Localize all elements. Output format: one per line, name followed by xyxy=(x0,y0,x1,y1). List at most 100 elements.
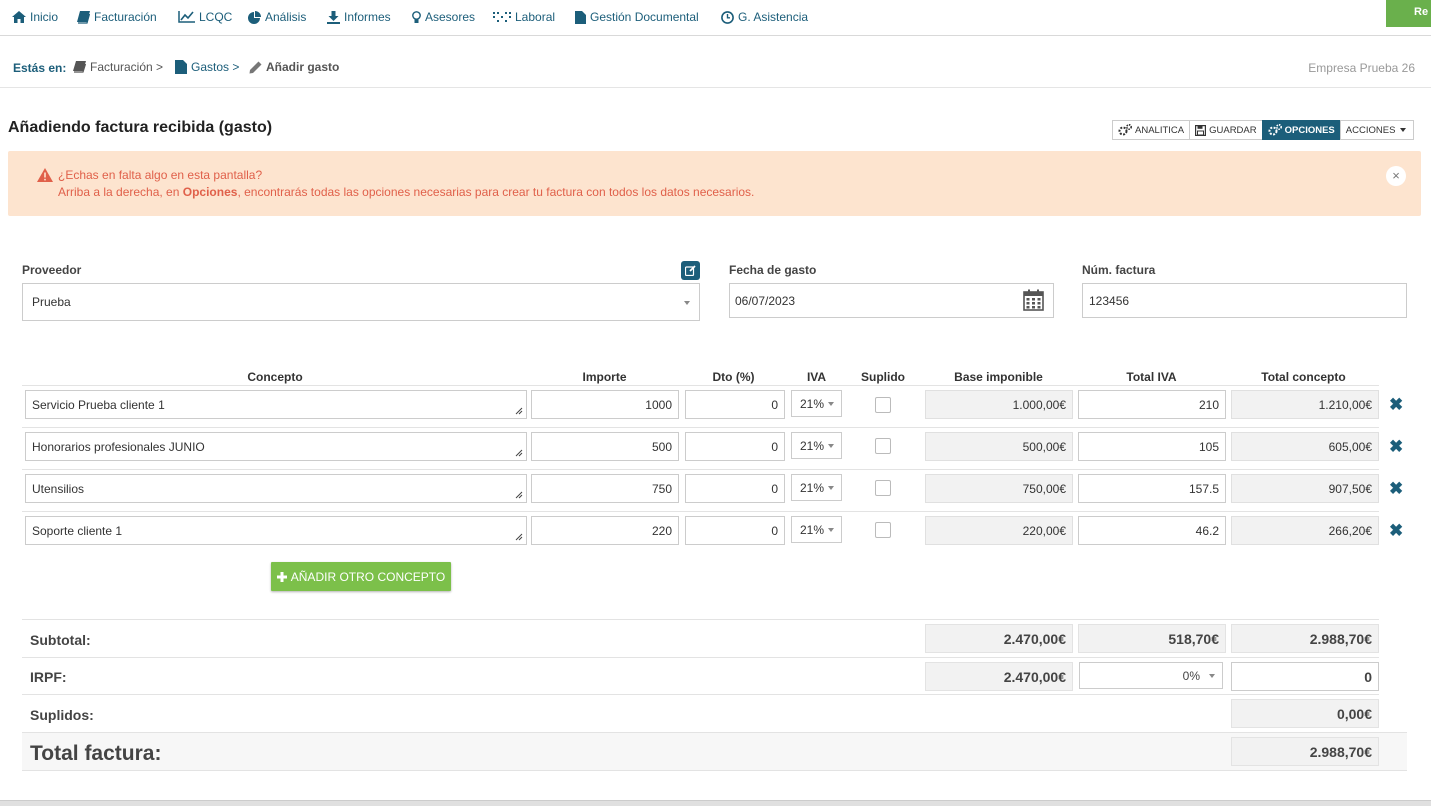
add-concept-button[interactable]: AÑADIR OTRO CONCEPTO xyxy=(271,562,451,591)
page-title: Añadiendo factura recibida (gasto) xyxy=(8,119,273,136)
analitica-button[interactable]: ANALITICA xyxy=(1112,120,1191,140)
col-header-total-concepto: Total concepto xyxy=(1261,370,1346,384)
breadcrumb-item-anadir-gasto: Añadir gasto xyxy=(249,60,339,74)
col-header-concepto: Concepto xyxy=(247,370,303,384)
importe-input[interactable]: 500 xyxy=(531,432,679,461)
bottom-scrollbar[interactable] xyxy=(0,800,1431,806)
edit-proveedor-button[interactable] xyxy=(681,261,700,280)
row-divider xyxy=(22,385,1379,386)
base-value: 1.000,00€ xyxy=(925,390,1073,419)
concepto-textarea[interactable]: Honorarios profesionales JUNIO xyxy=(25,432,527,461)
base-value: 220,00€ xyxy=(925,516,1073,545)
dto-input[interactable]: 0 xyxy=(685,516,785,545)
concepto-textarea[interactable]: Soporte cliente 1 xyxy=(25,516,527,545)
dto-input[interactable]: 0 xyxy=(685,474,785,503)
suplidos-label: Suplidos: xyxy=(30,707,94,723)
delete-row-icon[interactable]: ✖ xyxy=(1389,480,1403,497)
total-concepto-value: 1.210,00€ xyxy=(1231,390,1379,419)
subtotal-base: 2.470,00€ xyxy=(925,624,1073,653)
nav-item-gestion-documental[interactable]: Gestión Documental xyxy=(575,9,699,25)
alert-title: ¿Echas en falta algo en esta pantalla? xyxy=(58,168,263,182)
proveedor-select[interactable]: Prueba xyxy=(22,283,700,321)
file-icon xyxy=(175,60,187,74)
caret-down-icon xyxy=(828,528,834,532)
iva-select[interactable]: 21% xyxy=(791,390,842,417)
iva-select[interactable]: 21% xyxy=(791,474,842,501)
iva-select[interactable]: 21% xyxy=(791,516,842,543)
breadcrumb-item-facturacion[interactable]: Facturación > xyxy=(73,60,163,74)
breadcrumb-item-gastos[interactable]: Gastos > xyxy=(175,60,239,74)
nav-label: G. Asistencia xyxy=(738,10,809,24)
nav-item-facturacion[interactable]: Facturación xyxy=(77,9,157,25)
importe-input[interactable]: 220 xyxy=(531,516,679,545)
nav-label: LCQC xyxy=(199,10,233,24)
iva-value: 21% xyxy=(800,396,825,411)
acciones-dropdown[interactable]: ACCIONES xyxy=(1339,120,1415,140)
total-iva-input[interactable]: 210 xyxy=(1078,390,1226,419)
nav-item-laboral[interactable]: Laboral xyxy=(493,9,555,25)
file-icon xyxy=(575,10,586,24)
alert-message-post: , encontrarás todas las opciones necesar… xyxy=(237,185,755,199)
breadcrumb-label: Añadir gasto xyxy=(266,60,340,74)
iva-select[interactable]: 21% xyxy=(791,432,842,459)
dto-input[interactable]: 0 xyxy=(685,390,785,419)
suplido-checkbox[interactable] xyxy=(875,522,891,538)
suplido-checkbox[interactable] xyxy=(875,397,891,413)
total-concepto-value: 907,50€ xyxy=(1231,474,1379,503)
delete-row-icon[interactable]: ✖ xyxy=(1389,438,1403,455)
top-green-button[interactable]: Re xyxy=(1386,0,1431,27)
suplido-checkbox[interactable] xyxy=(875,438,891,454)
nav-label: Inicio xyxy=(30,10,59,24)
delete-row-icon[interactable]: ✖ xyxy=(1389,522,1403,539)
total-iva-input[interactable]: 157.5 xyxy=(1078,474,1226,503)
resize-handle-icon[interactable] xyxy=(515,491,523,499)
col-header-suplido: Suplido xyxy=(861,370,905,384)
iva-value: 21% xyxy=(800,480,825,495)
proveedor-value: Prueba xyxy=(32,295,71,309)
suplido-checkbox[interactable] xyxy=(875,480,891,496)
caret-down-icon xyxy=(828,402,834,406)
importe-input[interactable]: 1000 xyxy=(531,390,679,419)
iva-value: 21% xyxy=(800,438,825,453)
caret-down-icon xyxy=(828,486,834,490)
nav-item-inicio[interactable]: Inicio xyxy=(12,9,58,25)
caret-down-icon xyxy=(684,301,690,305)
nav-item-analisis[interactable]: Análisis xyxy=(248,9,306,25)
caret-down-icon xyxy=(1209,674,1215,678)
total-factura-label: Total factura: xyxy=(30,742,162,765)
total-iva-input[interactable]: 46.2 xyxy=(1078,516,1226,545)
importe-input[interactable]: 750 xyxy=(531,474,679,503)
irpf-rate-select[interactable]: 0% xyxy=(1079,662,1223,689)
resize-handle-icon[interactable] xyxy=(515,533,523,541)
options-alert: ¿Echas en falta algo en esta pantalla? A… xyxy=(8,151,1421,216)
grid-icon xyxy=(493,11,511,22)
opciones-label: OPCIONES xyxy=(1284,124,1335,136)
nav-item-asesores[interactable]: Asesores xyxy=(412,9,475,25)
concepto-value: Utensilios xyxy=(32,481,85,496)
opciones-button[interactable]: OPCIONES xyxy=(1261,120,1341,140)
col-header-importe: Importe xyxy=(582,370,627,384)
concepto-textarea[interactable]: Utensilios xyxy=(25,474,527,503)
col-header-base: Base imponible xyxy=(954,370,1043,384)
guardar-button[interactable]: GUARDAR xyxy=(1189,120,1263,140)
total-iva-input[interactable]: 105 xyxy=(1078,432,1226,461)
subtotal-iva: 518,70€ xyxy=(1078,624,1226,653)
concepto-value: Soporte cliente 1 xyxy=(32,523,123,538)
total-concepto-value: 605,00€ xyxy=(1231,432,1379,461)
breadcrumb-label: Gastos > xyxy=(191,60,240,74)
fecha-input[interactable]: 06/07/2023 xyxy=(729,283,1054,318)
nav-item-g-asistencia[interactable]: G. Asistencia xyxy=(721,9,808,25)
calendar-icon[interactable] xyxy=(1023,289,1044,311)
alert-close-button[interactable]: × xyxy=(1386,166,1406,186)
irpf-total[interactable]: 0 xyxy=(1231,662,1379,691)
resize-handle-icon[interactable] xyxy=(515,407,523,415)
dto-input[interactable]: 0 xyxy=(685,432,785,461)
nav-item-informes[interactable]: Informes xyxy=(327,9,391,25)
concepto-value: Honorarios profesionales JUNIO xyxy=(32,439,205,454)
delete-row-icon[interactable]: ✖ xyxy=(1389,396,1403,413)
concepto-value: Servicio Prueba cliente 1 xyxy=(32,397,165,412)
concepto-textarea[interactable]: Servicio Prueba cliente 1 xyxy=(25,390,527,419)
numfactura-input[interactable]: 123456 xyxy=(1082,283,1407,318)
resize-handle-icon[interactable] xyxy=(515,449,523,457)
nav-item-lcqc[interactable]: LCQC xyxy=(178,9,232,25)
